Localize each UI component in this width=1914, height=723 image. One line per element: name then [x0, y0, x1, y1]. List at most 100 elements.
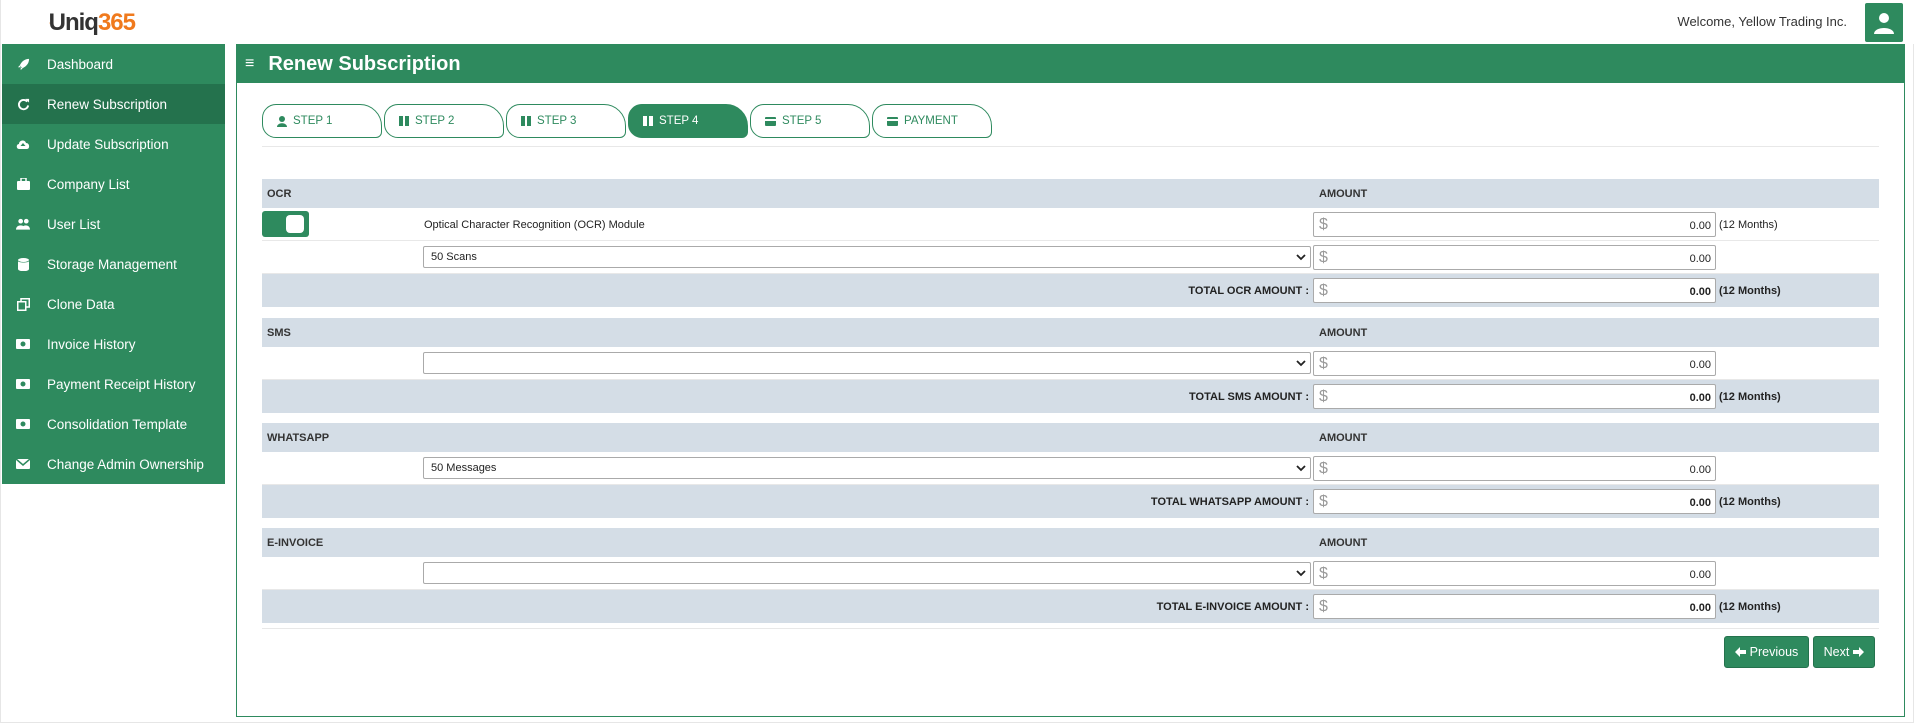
sidebar-item-storage-management[interactable]: Storage Management [2, 244, 225, 284]
whatsapp-total-row: TOTAL WHATSAPP AMOUNT : $ 0.00 (12 Month… [262, 485, 1879, 518]
whatsapp-amount-field[interactable]: $ 0.00 [1313, 456, 1716, 481]
sidebar-item-dashboard[interactable]: Dashboard [2, 44, 225, 84]
button-label: Next [1823, 645, 1850, 659]
amount-header: AMOUNT [1319, 432, 1368, 444]
amount-value: 0.00 [1689, 464, 1711, 476]
einvoice-select-row: $ 0.00 [262, 557, 1879, 590]
sidebar-item-consolidation-template[interactable]: Consolidation Template [2, 404, 225, 444]
top-bar: Uniq365 Welcome, Yellow Trading Inc. [1, 0, 1914, 44]
money-icon [16, 377, 30, 391]
chevron-down-icon [1296, 254, 1306, 261]
columns-icon [521, 116, 531, 126]
next-button[interactable]: Next [1813, 636, 1875, 668]
sidebar-item-label: Clone Data [47, 296, 115, 312]
amount-value: 0.00 [1689, 602, 1711, 614]
sidebar-item-payment-receipt-history[interactable]: Payment Receipt History [2, 364, 225, 404]
whatsapp-select[interactable]: 50 Messages [423, 457, 1311, 479]
credit-card-icon [887, 116, 898, 126]
amount-value: 0.00 [1689, 497, 1711, 509]
sms-total-amount-field[interactable]: $ 0.00 [1313, 384, 1716, 409]
sidebar-item-company-list[interactable]: Company List [2, 164, 225, 204]
sidebar-item-label: Dashboard [47, 56, 114, 72]
ocr-module-amount-field[interactable]: $ 0.00 [1313, 212, 1716, 237]
step-label: STEP 1 [293, 115, 333, 127]
main-panel: ≡ Renew Subscription STEP 1 STEP 2 STEP … [236, 44, 1905, 717]
users-icon [16, 217, 30, 231]
period-label: (12 Months) [1719, 496, 1781, 508]
total-label: TOTAL SMS AMOUNT : [1189, 391, 1309, 403]
sidebar-item-invoice-history[interactable]: Invoice History [2, 324, 225, 364]
ocr-total-row: TOTAL OCR AMOUNT : $ 0.00 (12 Months) [262, 274, 1879, 307]
sidebar-item-label: User List [47, 216, 101, 232]
sidebar-item-label: Payment Receipt History [47, 376, 196, 392]
chevron-down-icon [1296, 570, 1306, 577]
section-title: E-INVOICE [267, 537, 324, 549]
total-label: TOTAL WHATSAPP AMOUNT : [1150, 496, 1309, 508]
tab-step-3[interactable]: STEP 3 [506, 104, 626, 138]
amount-value: 0.00 [1689, 286, 1711, 298]
previous-button[interactable]: Previous [1724, 636, 1809, 668]
user-icon [277, 115, 287, 127]
columns-icon [399, 116, 409, 126]
user-avatar-button[interactable] [1865, 3, 1903, 42]
step-label: STEP 2 [415, 115, 455, 127]
database-icon [16, 257, 30, 271]
panel-header: ≡ Renew Subscription [237, 45, 1904, 83]
logo[interactable]: Uniq365 [49, 3, 136, 43]
section-title: OCR [267, 188, 292, 200]
einvoice-total-amount-field[interactable]: $ 0.00 [1313, 594, 1716, 619]
sidebar-item-update-subscription[interactable]: Update Subscription [2, 124, 225, 164]
ocr-total-amount-field[interactable]: $ 0.00 [1313, 278, 1716, 303]
divider [262, 146, 1879, 147]
dollar-icon: $ [1319, 460, 1328, 477]
credit-card-icon [765, 116, 776, 126]
sidebar-item-user-list[interactable]: User List [2, 204, 225, 244]
sidebar-item-label: Renew Subscription [47, 96, 168, 112]
user-icon [1874, 12, 1894, 34]
chevron-down-icon [1296, 360, 1306, 367]
sms-select[interactable] [423, 352, 1311, 374]
menu-toggle-icon[interactable]: ≡ [245, 55, 254, 73]
sidebar-item-change-admin-ownership[interactable]: Change Admin Ownership [2, 444, 225, 484]
tab-step-2[interactable]: STEP 2 [384, 104, 504, 138]
tab-payment[interactable]: PAYMENT [872, 104, 992, 138]
ocr-scans-row: 50 Scans $ 0.00 [262, 241, 1879, 274]
divider [262, 628, 1879, 629]
sidebar-item-label: Invoice History [47, 336, 136, 352]
sidebar-item-clone-data[interactable]: Clone Data [2, 284, 225, 324]
select-value: 50 Scans [431, 251, 477, 263]
amount-value: 0.00 [1689, 220, 1711, 232]
dollar-icon: $ [1319, 282, 1328, 299]
section-header: WHATSAPP AMOUNT [262, 423, 1879, 452]
ocr-module-row: Optical Character Recognition (OCR) Modu… [262, 208, 1879, 241]
sidebar-item-label: Consolidation Template [47, 416, 188, 432]
tab-step-1[interactable]: STEP 1 [262, 104, 382, 138]
tab-step-4[interactable]: STEP 4 [628, 104, 748, 138]
ocr-scans-select[interactable]: 50 Scans [423, 246, 1311, 268]
step-label: STEP 4 [659, 115, 699, 127]
refresh-icon [16, 97, 30, 111]
section-title: SMS [267, 327, 291, 339]
step-tabs: STEP 1 STEP 2 STEP 3 STEP 4 STEP 5 PAYME… [262, 104, 994, 138]
einvoice-amount-field[interactable]: $ 0.00 [1313, 561, 1716, 586]
total-label: TOTAL E-INVOICE AMOUNT : [1156, 601, 1309, 613]
briefcase-icon [16, 177, 30, 191]
ocr-toggle[interactable] [262, 211, 309, 237]
button-label: Previous [1749, 645, 1799, 659]
ocr-scans-amount-field[interactable]: $ 0.00 [1313, 245, 1716, 270]
period-label: (12 Months) [1719, 285, 1781, 297]
ocr-module-label: Optical Character Recognition (OCR) Modu… [424, 219, 645, 231]
envelope-icon [16, 457, 30, 471]
sms-select-row: $ 0.00 [262, 347, 1879, 380]
einvoice-select[interactable] [423, 562, 1311, 584]
dollar-icon: $ [1319, 355, 1328, 372]
sidebar-item-renew-subscription[interactable]: Renew Subscription [2, 84, 225, 124]
toggle-knob [286, 215, 304, 233]
tab-step-5[interactable]: STEP 5 [750, 104, 870, 138]
sms-amount-field[interactable]: $ 0.00 [1313, 351, 1716, 376]
step-label: PAYMENT [904, 115, 958, 127]
section-header: SMS AMOUNT [262, 318, 1879, 347]
amount-value: 0.00 [1689, 359, 1711, 371]
dollar-icon: $ [1319, 565, 1328, 582]
whatsapp-total-amount-field[interactable]: $ 0.00 [1313, 489, 1716, 514]
